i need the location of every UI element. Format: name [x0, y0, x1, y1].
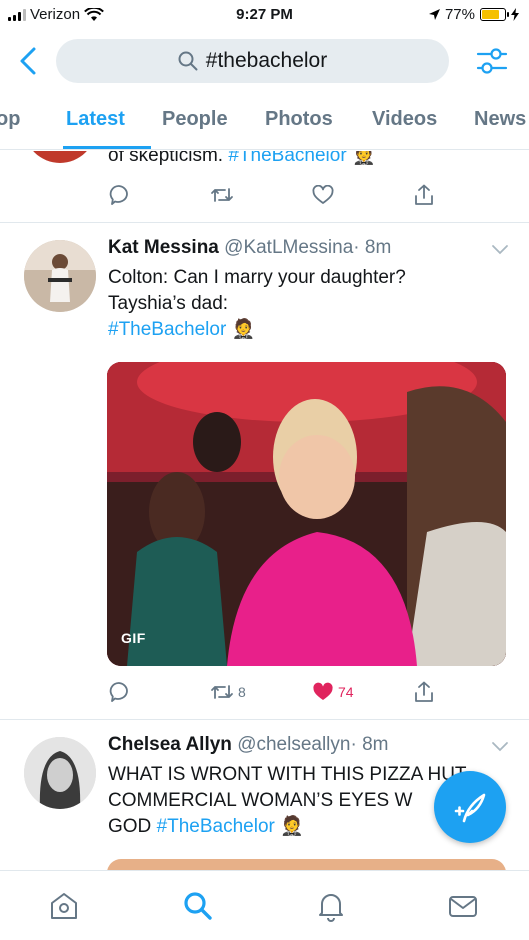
sliders-icon[interactable]	[475, 44, 509, 78]
retweet-button[interactable]	[210, 184, 312, 206]
search-input[interactable]: #thebachelor	[56, 39, 449, 83]
gif-media[interactable]: GIF	[107, 362, 506, 666]
author-name[interactable]: Kat Messina	[108, 237, 219, 258]
like-count: 74	[338, 684, 354, 700]
reply-icon	[109, 185, 128, 205]
heart-filled-icon	[313, 682, 333, 700]
battery-percent: 77%	[444, 6, 475, 23]
avatar[interactable]	[24, 240, 96, 312]
share-icon	[415, 681, 433, 702]
search-icon[interactable]	[181, 889, 215, 923]
tab-people[interactable]: People	[162, 108, 228, 131]
chevron-down-icon[interactable]	[491, 243, 509, 255]
reply-icon	[109, 682, 128, 702]
search-tabs: op Latest People Photos Videos News	[0, 90, 529, 150]
bachelor-emoji-icon: 🤵	[351, 151, 376, 166]
tweet-divider	[0, 222, 529, 223]
author-handle[interactable]: @chelseallyn	[237, 734, 350, 755]
hashtag-link[interactable]: #TheBachelor	[108, 319, 226, 340]
charging-bolt-icon	[511, 8, 519, 21]
tweet-actions	[108, 184, 448, 206]
tweet-header: Kat Messina @KatLMessina· 8m	[108, 237, 392, 258]
retweet-count: 8	[238, 684, 246, 700]
gif-image	[107, 362, 506, 666]
battery-indicator: 77%	[428, 6, 519, 23]
reply-button[interactable]	[108, 681, 210, 703]
compose-tweet-button[interactable]	[434, 771, 506, 843]
chevron-left-icon[interactable]	[14, 44, 44, 78]
hashtag-link[interactable]: #TheBachelor	[228, 151, 346, 166]
tweet-divider	[0, 719, 529, 720]
tweet-text: Colton: Can I marry your daughter? Taysh…	[108, 267, 406, 340]
compose-feather-icon	[454, 793, 486, 823]
battery-icon	[480, 8, 509, 21]
home-icon[interactable]	[47, 889, 81, 923]
tab-latest[interactable]: Latest	[66, 108, 125, 131]
tab-photos[interactable]: Photos	[265, 108, 333, 131]
tweet-actions: 8 74	[108, 681, 448, 703]
location-arrow-icon	[428, 9, 440, 20]
retweet-button[interactable]: 8	[210, 681, 312, 703]
tweet-time: 8m	[364, 237, 392, 258]
author-name[interactable]: Chelsea Allyn	[108, 734, 232, 755]
tweet-time: 8m	[362, 734, 389, 755]
chevron-down-icon[interactable]	[491, 740, 509, 752]
tweet-feed[interactable]: of skepticism. #TheBachelor 🤵 Kat Messin…	[0, 151, 529, 870]
notifications-icon[interactable]	[314, 889, 348, 923]
avatar-image	[24, 240, 96, 312]
tab-news[interactable]: News	[474, 108, 526, 131]
gif-badge: GIF	[121, 630, 146, 646]
share-button[interactable]	[414, 681, 434, 703]
tweet-header: Chelsea Allyn @chelseallyn· 8m	[108, 734, 389, 755]
avatar[interactable]	[24, 151, 96, 163]
like-button[interactable]	[312, 184, 414, 206]
like-button[interactable]: 74	[312, 681, 414, 703]
media-preview[interactable]	[107, 859, 506, 870]
search-icon	[178, 51, 198, 71]
author-handle[interactable]: @KatLMessina	[224, 237, 353, 258]
retweet-icon	[211, 188, 233, 202]
avatar[interactable]	[24, 737, 96, 809]
search-header: #thebachelor	[0, 32, 529, 90]
search-query: #thebachelor	[205, 49, 328, 72]
bachelor-emoji-icon: 🤵	[231, 319, 256, 340]
bottom-tab-bar	[0, 870, 529, 940]
heart-icon	[312, 185, 334, 204]
active-tab-indicator	[63, 146, 151, 149]
reply-button[interactable]	[108, 184, 210, 206]
avatar-image	[24, 737, 96, 809]
tab-videos[interactable]: Videos	[372, 108, 437, 131]
messages-icon[interactable]	[446, 889, 480, 923]
retweet-icon	[211, 685, 233, 699]
tab-top[interactable]: op	[0, 108, 20, 131]
tweet-text: of skepticism. #TheBachelor 🤵	[108, 151, 376, 169]
hashtag-link[interactable]: #TheBachelor	[157, 816, 275, 837]
status-bar: Verizon 9:27 PM 77%	[0, 0, 529, 32]
bachelor-emoji-icon: 🤵	[280, 816, 304, 837]
share-icon	[415, 184, 433, 205]
share-button[interactable]	[414, 184, 434, 206]
